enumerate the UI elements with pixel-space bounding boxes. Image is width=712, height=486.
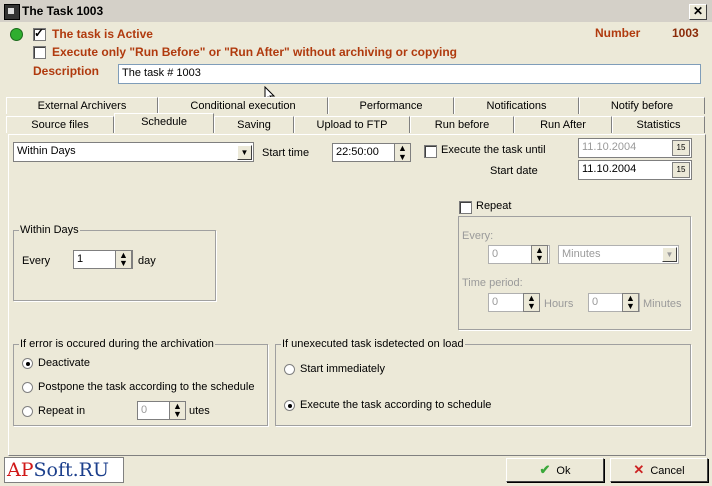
apsoft-logo[interactable]: APSoft.RU bbox=[4, 457, 124, 483]
app-icon bbox=[4, 4, 20, 20]
radio-start-immediately[interactable] bbox=[284, 364, 295, 375]
minutes-spinner[interactable]: ▲ ▼ bbox=[622, 293, 639, 312]
schedule-mode-value: Within Days bbox=[17, 145, 76, 157]
within-days-label: Within Days bbox=[19, 224, 80, 236]
repeat-label: Repeat bbox=[476, 200, 512, 212]
start-time-spinner[interactable]: ▲ ▼ bbox=[394, 143, 411, 162]
repeat-in-unit: utes bbox=[189, 405, 210, 417]
tab-notifications[interactable]: Notifications bbox=[454, 97, 579, 114]
description-label: Description bbox=[33, 64, 100, 78]
hours-label: Hours bbox=[544, 298, 574, 310]
repeat-in-label: Repeat in bbox=[38, 405, 86, 417]
number-label: Number bbox=[595, 26, 641, 40]
cross-icon: ✕ bbox=[633, 462, 645, 477]
tab-conditional-execution[interactable]: Conditional execution bbox=[158, 97, 328, 114]
run-only-label: Execute only "Run Before" or "Run After"… bbox=[52, 45, 458, 59]
active-checkbox[interactable] bbox=[33, 26, 46, 41]
radio-postpone[interactable] bbox=[22, 382, 33, 393]
start-date-label: Start date bbox=[490, 165, 538, 177]
calendar-icon[interactable]: 15 bbox=[672, 162, 690, 178]
logo-ap: AP bbox=[7, 459, 34, 481]
day-unit-label: day bbox=[138, 255, 156, 267]
postpone-label: Postpone the task according to the sched… bbox=[38, 381, 255, 393]
execute-until-label: Execute the task until bbox=[441, 144, 546, 156]
repeat-checkbox[interactable] bbox=[459, 201, 472, 214]
repeat-every-spinner[interactable]: ▲ ▼ bbox=[531, 245, 548, 264]
radio-execute-schedule[interactable] bbox=[284, 400, 295, 411]
title-bar bbox=[0, 0, 712, 23]
every-label: Every bbox=[22, 255, 51, 267]
time-period-label: Time period: bbox=[462, 277, 523, 289]
tab-external-archivers[interactable]: External Archivers bbox=[6, 97, 158, 114]
tab-saving[interactable]: Saving bbox=[214, 116, 294, 133]
ok-label: Ok bbox=[556, 465, 571, 477]
tab-run-after[interactable]: Run After bbox=[514, 116, 612, 133]
radio-deactivate[interactable] bbox=[22, 358, 33, 369]
window-title: The Task 1003 bbox=[22, 4, 104, 18]
tab-notify-before[interactable]: Notify before bbox=[579, 97, 705, 114]
start-immediately-label: Start immediately bbox=[300, 363, 385, 375]
execute-until-checkbox[interactable] bbox=[424, 145, 437, 158]
schedule-mode-select[interactable]: Within Days bbox=[13, 142, 254, 162]
tab-upload-ftp[interactable]: Upload to FTP bbox=[294, 116, 410, 133]
chevron-down-icon[interactable]: ▼ bbox=[237, 145, 252, 160]
execute-schedule-label: Execute the task according to schedule bbox=[300, 399, 492, 411]
repeat-in-spinner[interactable]: ▲ ▼ bbox=[169, 401, 186, 420]
cancel-button[interactable]: ✕ Cancel bbox=[610, 458, 708, 482]
calendar-icon[interactable]: 15 bbox=[672, 140, 690, 156]
repeat-unit-select[interactable]: Minutes bbox=[558, 245, 679, 264]
every-days-spinner[interactable]: ▲ ▼ bbox=[115, 250, 132, 269]
number-value: 1003 bbox=[672, 26, 699, 40]
unexecuted-group-label: If unexecuted task isdetected on load bbox=[281, 338, 465, 350]
radio-repeat-in[interactable] bbox=[22, 406, 33, 417]
minutes-label: Minutes bbox=[643, 298, 682, 310]
chevron-down-icon[interactable]: ▼ bbox=[662, 247, 677, 262]
hours-spinner[interactable]: ▲ ▼ bbox=[523, 293, 540, 312]
status-indicator-icon bbox=[10, 28, 23, 41]
tab-statistics[interactable]: Statistics bbox=[612, 116, 705, 133]
description-input[interactable]: The task # 1003 bbox=[118, 64, 701, 84]
error-group-label: If error is occured during the archivati… bbox=[19, 338, 215, 350]
tab-run-before[interactable]: Run before bbox=[410, 116, 514, 133]
repeat-every-label: Every: bbox=[462, 230, 494, 242]
tab-schedule[interactable]: Schedule bbox=[114, 113, 214, 133]
close-button[interactable]: ✕ bbox=[689, 4, 707, 20]
tab-source-files[interactable]: Source files bbox=[6, 116, 114, 133]
cancel-label: Cancel bbox=[650, 465, 685, 477]
tab-performance[interactable]: Performance bbox=[328, 97, 454, 114]
active-label: The task is Active bbox=[52, 27, 153, 41]
start-time-label: Start time bbox=[262, 147, 310, 159]
deactivate-label: Deactivate bbox=[38, 357, 90, 369]
run-only-checkbox[interactable] bbox=[33, 46, 46, 59]
logo-rest: Soft.RU bbox=[33, 459, 109, 481]
unexecuted-group bbox=[275, 344, 691, 426]
check-icon: ✔ bbox=[539, 462, 551, 477]
ok-button[interactable]: ✔ Ok bbox=[506, 458, 604, 482]
